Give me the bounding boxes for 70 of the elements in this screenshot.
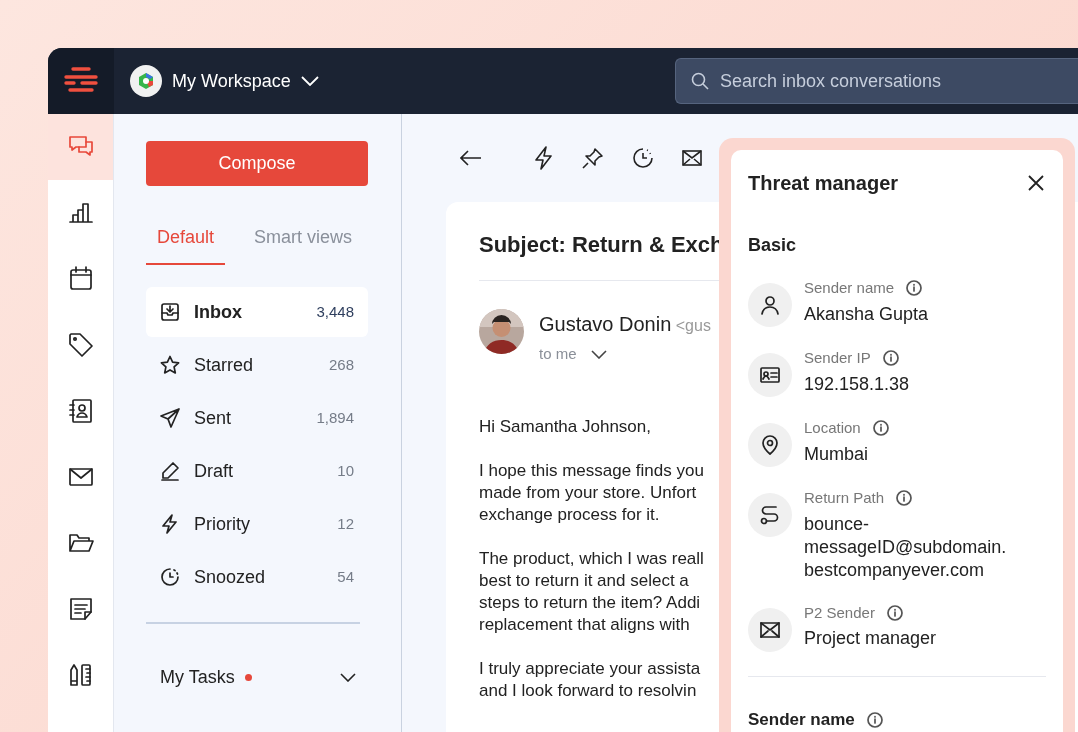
lightning-icon <box>160 514 180 534</box>
field-label: Sender IP <box>804 348 871 368</box>
back-arrow-icon[interactable] <box>460 150 482 166</box>
section-heading: Sender name <box>748 708 855 731</box>
field-value: Mumbai <box>804 442 870 466</box>
calendar-icon[interactable] <box>67 266 94 292</box>
inbox-icon <box>160 302 180 322</box>
star-icon <box>160 355 180 375</box>
field-value: 192.158.1.38 <box>804 372 911 396</box>
sender-name: Gustavo Donin <box>539 313 672 336</box>
workspace-name[interactable]: My Workspace <box>172 67 291 95</box>
field-label: P2 Sender <box>804 602 875 623</box>
chevron-down-icon[interactable] <box>590 350 607 360</box>
sender-address: <gus <box>675 317 711 335</box>
contacts-book-icon[interactable] <box>67 398 94 424</box>
snooze-clock-icon[interactable] <box>632 147 654 169</box>
chevron-down-icon[interactable] <box>340 673 356 682</box>
folder-item[interactable]: Snoozed 54 <box>146 552 368 602</box>
lightning-icon[interactable] <box>534 146 554 170</box>
field-label: Location <box>804 418 861 438</box>
section-label[interactable]: My Tasks <box>160 664 235 691</box>
id-card-icon <box>760 365 780 385</box>
person-icon <box>760 295 780 315</box>
pencil-icon <box>160 461 180 481</box>
location-pin-icon <box>760 435 780 455</box>
recipient-label: to me <box>539 344 577 365</box>
section-heading: Basic <box>748 234 798 257</box>
tag-icon[interactable] <box>67 332 94 358</box>
field-value: bounce-messageID@subdomain.bestcompanyever.com <box>804 512 1008 582</box>
search-icon <box>691 72 709 90</box>
envelope-icon <box>760 619 780 640</box>
folder-item[interactable]: Starred 268 <box>146 340 368 390</box>
info-icon[interactable] <box>886 604 903 621</box>
search-field[interactable]: Search inbox conversations <box>675 58 1078 104</box>
text-line: steps to return the item? Addi <box>479 591 701 614</box>
info-icon[interactable] <box>882 350 899 367</box>
text-line: replacement that aligns with <box>479 613 690 636</box>
envelope-icon[interactable] <box>682 150 702 166</box>
folder-item[interactable]: Draft 10 <box>146 446 368 496</box>
tab[interactable]: Default <box>146 216 226 265</box>
text-line: Hi Samantha Johnson, <box>479 415 651 438</box>
text-line: The product, which I was reall <box>479 547 704 570</box>
snooze-clock-icon <box>160 567 180 587</box>
field-value: Akansha Gupta <box>804 302 930 326</box>
info-icon[interactable] <box>906 280 923 297</box>
text-line: I truly appreciate your assista <box>479 657 701 680</box>
text-line: I hope this message finds you <box>479 459 704 482</box>
panel-title: Threat manager <box>748 171 899 196</box>
field-value: Project manager <box>804 627 938 650</box>
text-line: exchange process for it. <box>479 503 660 526</box>
compose-button[interactable]: Compose <box>146 141 368 186</box>
info-icon[interactable] <box>866 712 883 728</box>
text-line: made from your store. Unfort <box>479 481 697 504</box>
folder-item[interactable]: Priority 12 <box>146 499 368 549</box>
note-icon[interactable] <box>67 596 94 622</box>
info-icon[interactable] <box>896 490 913 507</box>
route-icon <box>760 505 780 525</box>
pencil-ruler-icon[interactable] <box>67 662 94 688</box>
field-label: Return Path <box>804 488 885 508</box>
field-label: Sender name <box>804 278 895 298</box>
workspace-logo-icon <box>130 65 162 97</box>
folder-item[interactable]: Inbox 3,448 <box>146 287 368 337</box>
send-icon <box>160 408 180 428</box>
folder-item[interactable]: Sent 1,894 <box>146 393 368 443</box>
text-line: best to return it and select a <box>479 569 689 592</box>
info-icon[interactable] <box>872 420 889 437</box>
bar-chart-icon[interactable] <box>67 200 94 226</box>
text-line: and I look forward to resolvin <box>479 679 697 702</box>
pin-icon[interactable] <box>582 147 604 169</box>
close-button[interactable] <box>1026 173 1046 193</box>
